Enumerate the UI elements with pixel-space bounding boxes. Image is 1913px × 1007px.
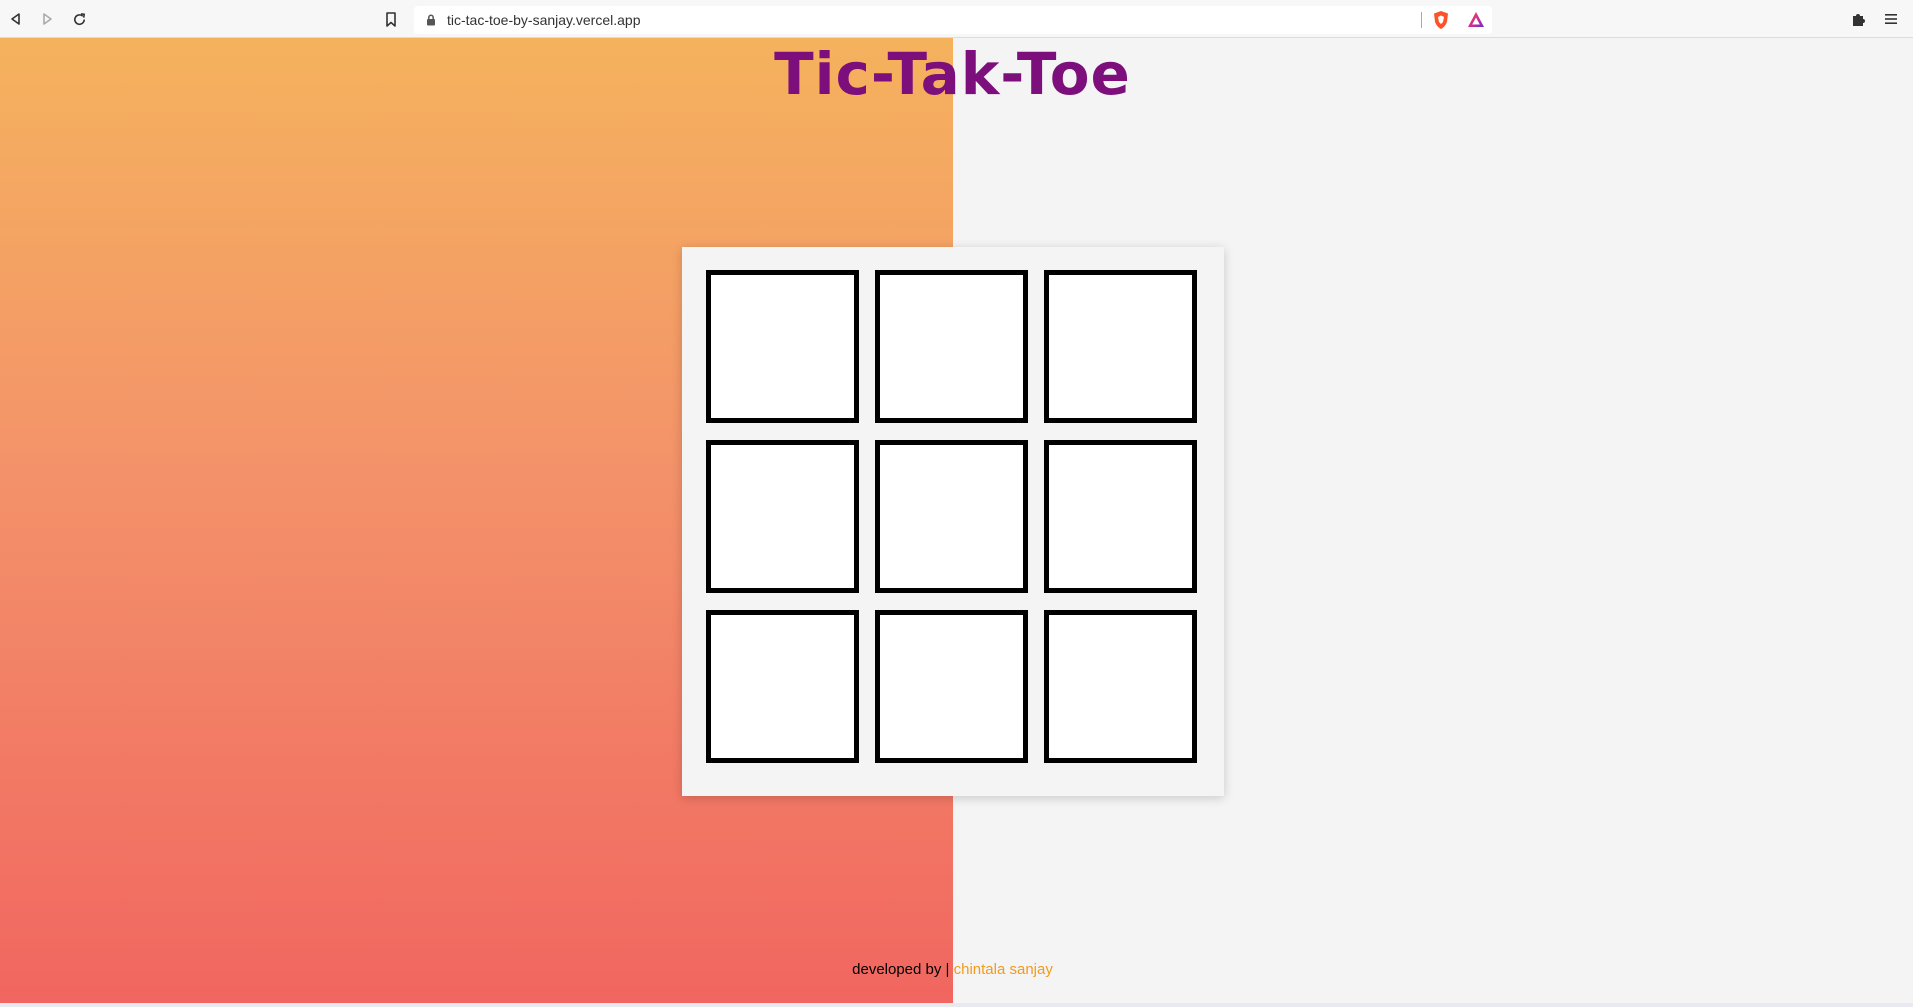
cell-1[interactable] (706, 270, 859, 423)
cell-8[interactable] (875, 610, 1028, 763)
forward-button[interactable] (36, 8, 58, 30)
reload-button[interactable] (68, 8, 90, 30)
menu-button[interactable] (1880, 8, 1902, 30)
brave-shields-icon[interactable] (1432, 10, 1450, 35)
forward-arrow-icon (43, 13, 52, 25)
footer: developed by | chintala sanjay (0, 961, 1905, 978)
bottom-edge (0, 1003, 1913, 1007)
extensions-button[interactable] (1848, 8, 1870, 30)
reload-icon (73, 12, 85, 25)
cell-7[interactable] (706, 610, 859, 763)
page-title: Tic-Tak-Toe (774, 40, 1131, 108)
author-link[interactable]: chintala sanjay (954, 961, 1053, 978)
cell-5[interactable] (875, 440, 1028, 593)
cell-2[interactable] (875, 270, 1028, 423)
cell-6[interactable] (1044, 440, 1197, 593)
back-button[interactable] (5, 8, 27, 30)
footer-prefix: developed by | (852, 961, 954, 978)
cell-3[interactable] (1044, 270, 1197, 423)
bookmark-button[interactable] (380, 8, 402, 30)
lock-icon (426, 13, 436, 31)
page-viewport: Tic-Tak-Toe developed by | chintala sanj… (0, 38, 1913, 1003)
cell-9[interactable] (1044, 610, 1197, 763)
brave-rewards-icon[interactable] (1467, 11, 1485, 33)
cell-4[interactable] (706, 440, 859, 593)
browser-toolbar: tic-tac-toe-by-sanjay.vercel.app (0, 0, 1913, 38)
puzzle-icon (1853, 14, 1865, 26)
bookmark-icon (386, 11, 396, 27)
back-arrow-icon (11, 13, 20, 25)
address-bar[interactable]: tic-tac-toe-by-sanjay.vercel.app (414, 6, 1492, 34)
url-text: tic-tac-toe-by-sanjay.vercel.app (447, 12, 641, 28)
game-board (682, 247, 1224, 796)
address-divider (1421, 12, 1422, 28)
hamburger-menu-icon (1885, 14, 1897, 24)
